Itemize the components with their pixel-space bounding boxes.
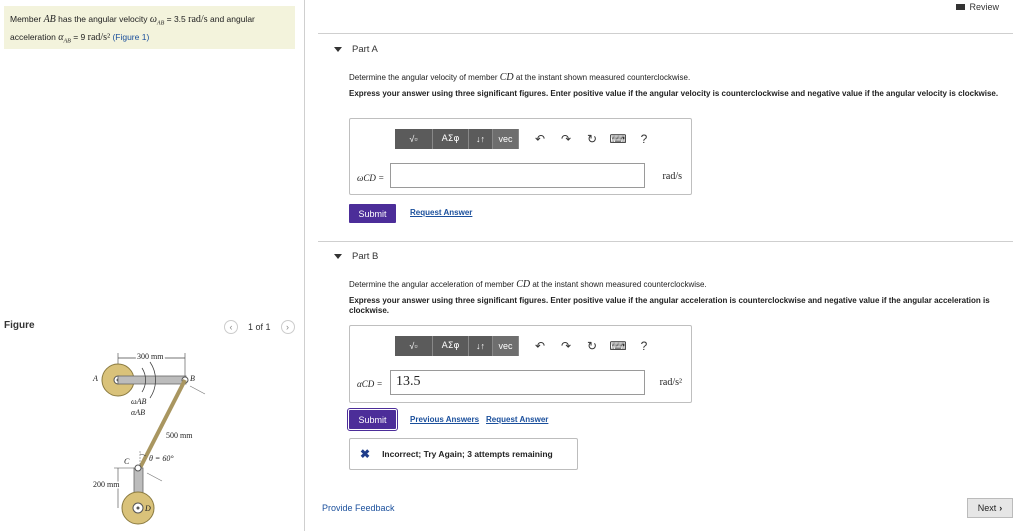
collapse-caret-icon xyxy=(334,254,342,259)
member-name: AB xyxy=(43,14,56,25)
alpha-cd-input[interactable]: 13.5 xyxy=(390,370,645,395)
review-link[interactable]: Review xyxy=(956,2,999,12)
help-icon[interactable]: ? xyxy=(631,339,657,353)
part-a-header[interactable]: Part A xyxy=(334,44,378,55)
figure-pager: ‹ 1 of 1 › xyxy=(224,320,295,334)
reset-icon[interactable]: ↻ xyxy=(579,339,605,353)
dim-200-label: 200 mm xyxy=(93,480,120,489)
omega-cd-input[interactable] xyxy=(390,163,645,188)
math-toolbar: √▫ ΑΣφ ↓↑ vec ↶ ↷ ↻ ⌨ ? xyxy=(395,129,657,149)
dim-300-label: 300 mm xyxy=(137,352,164,361)
keyboard-icon[interactable]: ⌨ xyxy=(605,339,631,353)
pager-text: 1 of 1 xyxy=(248,322,271,332)
templates-button[interactable]: √▫ xyxy=(395,336,433,356)
mechanism-figure: 300 mm A B ωAB αAB 500 mm θ = 60° C 200 … xyxy=(92,351,206,525)
collapse-caret-icon xyxy=(334,47,342,52)
previous-answers-link[interactable]: Previous Answers xyxy=(410,415,479,424)
next-figure-button[interactable]: › xyxy=(280,320,295,334)
part-b-top-divider xyxy=(318,241,1013,242)
math-toolbar: √▫ ΑΣφ ↓↑ vec ↶ ↷ ↻ ⌨ ? xyxy=(395,336,657,356)
figure-link[interactable]: (Figure 1) xyxy=(112,32,149,42)
point-d-label: D xyxy=(144,504,151,513)
alpha-cd-unit: rad/s² xyxy=(659,377,682,388)
problem-line-1: Member AB has the angular velocity ωAB =… xyxy=(10,14,255,27)
redo-icon[interactable]: ↷ xyxy=(553,339,579,353)
part-b-submit-button[interactable]: Submit xyxy=(347,408,398,431)
incorrect-x-icon: ✖ xyxy=(360,447,371,461)
angle-label: θ = 60° xyxy=(149,454,174,463)
part-a-instruction: Express your answer using three signific… xyxy=(349,89,999,98)
provide-feedback-link[interactable]: Provide Feedback xyxy=(322,503,395,513)
vec-button[interactable]: vec xyxy=(493,129,519,149)
templates-button[interactable]: √▫ xyxy=(395,129,433,149)
omega-cd-unit: rad/s xyxy=(662,171,682,182)
next-button[interactable]: Next › xyxy=(967,498,1013,518)
part-a-prompt: Determine the angular velocity of member… xyxy=(349,72,691,83)
part-b-header[interactable]: Part B xyxy=(334,251,378,262)
part-b-answer-box: √▫ ΑΣφ ↓↑ vec ↶ ↷ ↻ ⌨ ? αCD = 13.5 rad/s… xyxy=(349,325,692,403)
part-a-request-answer-link[interactable]: Request Answer xyxy=(410,208,472,217)
review-icon xyxy=(956,4,966,10)
feedback-text: Incorrect; Try Again; 3 attempts remaini… xyxy=(382,449,553,459)
part-a-answer-box: √▫ ΑΣφ ↓↑ vec ↶ ↷ ↻ ⌨ ? ωCD = rad/s xyxy=(349,118,692,195)
incorrect-feedback: ✖ Incorrect; Try Again; 3 attempts remai… xyxy=(349,438,578,470)
vec-button[interactable]: vec xyxy=(493,336,519,356)
dim-500-label: 500 mm xyxy=(166,431,193,440)
greek-button[interactable]: ΑΣφ xyxy=(433,336,469,356)
omega-ab-label: ωAB xyxy=(131,397,147,406)
undo-icon[interactable]: ↶ xyxy=(527,132,553,146)
part-b-prompt: Determine the angular acceleration of me… xyxy=(349,279,707,290)
keyboard-icon[interactable]: ⌨ xyxy=(605,132,631,146)
help-icon[interactable]: ? xyxy=(631,132,657,146)
undo-icon[interactable]: ↶ xyxy=(527,339,553,353)
reset-icon[interactable]: ↻ xyxy=(579,132,605,146)
problem-line-2: acceleration αAB = 9 rad/s² (Figure 1) xyxy=(10,31,150,45)
part-b-request-answer-link[interactable]: Request Answer xyxy=(486,415,548,424)
part-a-submit-button[interactable]: Submit xyxy=(349,204,396,223)
link-ab xyxy=(117,375,187,385)
column-divider xyxy=(304,0,305,531)
part-b-title: Part B xyxy=(352,251,379,262)
omega-cd-label: ωCD = xyxy=(357,173,385,183)
greek-button[interactable]: ΑΣφ xyxy=(433,129,469,149)
arrows-button[interactable]: ↓↑ xyxy=(469,129,493,149)
part-a-title: Part A xyxy=(352,44,378,55)
arrows-button[interactable]: ↓↑ xyxy=(469,336,493,356)
point-b-label: B xyxy=(190,374,195,383)
part-a-top-divider xyxy=(318,33,1013,34)
alpha-cd-label: αCD = xyxy=(357,379,383,389)
problem-statement: Member AB has the angular velocity ωAB =… xyxy=(4,6,295,49)
part-b-instruction: Express your answer using three signific… xyxy=(349,296,990,315)
point-a-label: A xyxy=(92,374,98,383)
chevron-right-icon: › xyxy=(999,503,1003,513)
redo-icon[interactable]: ↷ xyxy=(553,132,579,146)
figure-heading: Figure xyxy=(4,320,35,331)
prev-figure-button[interactable]: ‹ xyxy=(224,320,238,334)
point-c-label: C xyxy=(124,457,130,466)
alpha-ab-label: αAB xyxy=(131,408,145,417)
